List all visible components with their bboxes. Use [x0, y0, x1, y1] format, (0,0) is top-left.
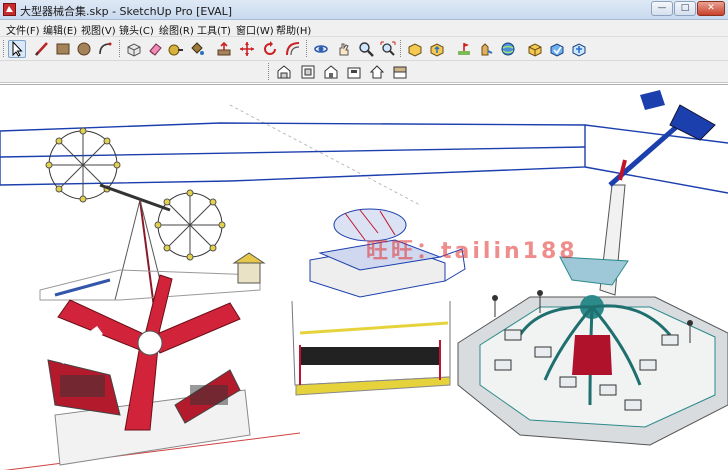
scene-canvas[interactable] [0, 85, 728, 470]
main-toolbar [0, 37, 728, 61]
toolbar-grip[interactable] [306, 40, 309, 57]
front-view-icon[interactable] [322, 63, 340, 81]
component-icon[interactable] [548, 40, 566, 58]
rotate-icon[interactable] [261, 40, 279, 58]
circle-icon[interactable] [75, 40, 93, 58]
menu-bar: 文件(F) 编辑(E) 视图(V) 镜头(C) 绘图(R) 工具(T) 窗口(W… [0, 20, 728, 37]
toolbar-grip[interactable] [119, 40, 122, 57]
menu-camera[interactable]: 镜头(C) [119, 22, 154, 37]
get-models-icon[interactable] [406, 40, 424, 58]
menu-edit[interactable]: 编辑(E) [43, 22, 77, 37]
maximize-button[interactable]: □ [674, 1, 696, 16]
toolbar-grip[interactable] [3, 40, 6, 57]
ticket-kiosk [232, 252, 266, 284]
push-pull-icon[interactable] [215, 40, 233, 58]
menu-window[interactable]: 窗口(W) [236, 22, 274, 37]
sketchup-app-icon[interactable] [3, 3, 16, 16]
offset-icon[interactable] [284, 40, 302, 58]
tape-measure-icon[interactable] [167, 40, 185, 58]
line-icon[interactable] [33, 40, 51, 58]
model-viewport[interactable]: 旺旺：tailin188 [0, 84, 728, 470]
paint-bucket-icon[interactable] [188, 40, 206, 58]
make-component-icon[interactable] [125, 40, 143, 58]
pendulum-ride [47, 274, 251, 466]
tower-octopus-ride [457, 90, 728, 446]
share-model-icon[interactable] [428, 40, 446, 58]
pan-icon[interactable] [335, 40, 353, 58]
toolbar-grip[interactable] [400, 40, 403, 57]
right-view-icon[interactable] [345, 63, 363, 81]
close-button[interactable]: ✕ [697, 1, 725, 16]
top-view-icon[interactable] [299, 63, 317, 81]
warehouse-icon[interactable] [499, 40, 517, 58]
iso-view-icon[interactable] [275, 63, 293, 81]
menu-tools[interactable]: 工具(T) [197, 22, 231, 37]
rectangle-icon[interactable] [54, 40, 72, 58]
swing-boat-ride [291, 300, 451, 396]
move-icon[interactable] [238, 40, 256, 58]
title-bar: 大型器械合集.skp - SketchUp Pro [EVAL] — □ ✕ [0, 0, 728, 20]
add-location-icon[interactable] [455, 40, 473, 58]
zoom-extents-icon[interactable] [379, 40, 397, 58]
menu-file[interactable]: 文件(F) [6, 22, 40, 37]
window-title: 大型器械合集.skp - SketchUp Pro [EVAL] [20, 5, 233, 18]
minimize-button[interactable]: — [651, 1, 673, 16]
toolbar-grip[interactable] [268, 63, 271, 80]
views-toolbar [0, 61, 728, 83]
eraser-icon[interactable] [146, 40, 164, 58]
watermark-text: 旺旺：tailin188 [366, 239, 578, 264]
fence-back [0, 122, 728, 194]
back-view-icon[interactable] [368, 63, 386, 81]
preview-google-earth-icon[interactable] [477, 40, 495, 58]
orbit-icon[interactable] [312, 40, 330, 58]
zoom-icon[interactable] [357, 40, 375, 58]
extension-icon[interactable] [526, 40, 544, 58]
component-icon[interactable] [570, 40, 588, 58]
select-icon[interactable] [8, 40, 26, 58]
menu-view[interactable]: 视图(V) [81, 22, 116, 37]
arc-icon[interactable] [96, 40, 114, 58]
left-view-icon[interactable] [391, 63, 409, 81]
menu-help[interactable]: 帮助(H) [276, 22, 311, 37]
menu-draw[interactable]: 绘图(R) [159, 22, 194, 37]
